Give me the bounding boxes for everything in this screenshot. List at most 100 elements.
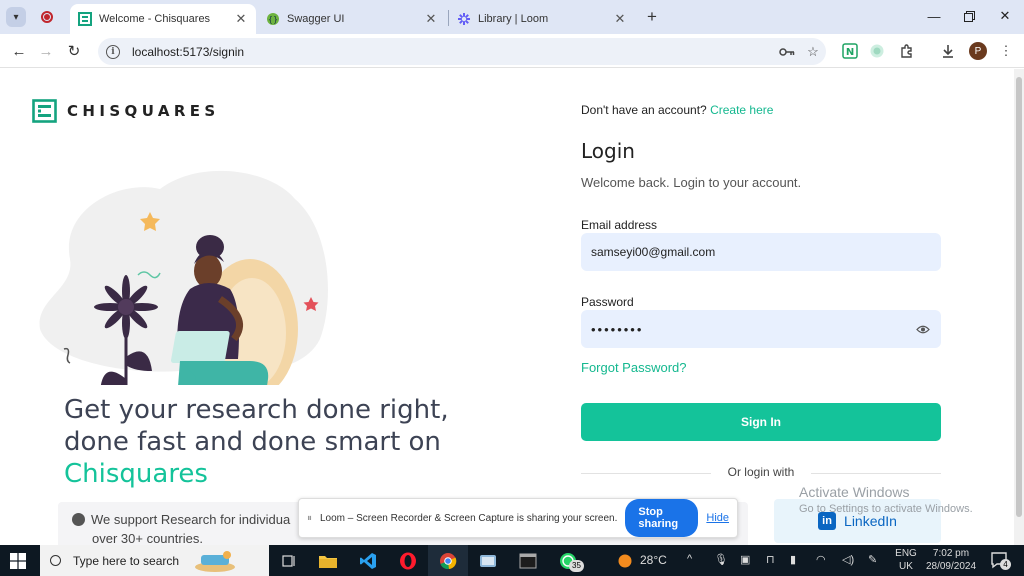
search-placeholder: Type here to search	[73, 553, 180, 568]
login-title: Login	[581, 139, 635, 163]
close-icon[interactable]: ✕	[234, 11, 248, 27]
search-icon	[50, 555, 61, 566]
email-field[interactable]: samseyi00@gmail.com	[581, 233, 941, 271]
temperature[interactable]: 28°C	[640, 553, 667, 567]
support-text-1: We support Research for individua	[91, 512, 291, 527]
notification-badge: 4	[1000, 559, 1011, 570]
downloads-icon[interactable]	[938, 41, 958, 61]
whatsapp-badge: 35	[569, 560, 584, 572]
page-scrollbar[interactable]	[1014, 69, 1024, 545]
password-value: ••••••••	[591, 321, 644, 337]
photos-icon[interactable]	[477, 550, 499, 572]
terminal-icon[interactable]	[517, 550, 539, 572]
address-bar[interactable]: i localhost:5173/signin ☆	[98, 38, 826, 65]
eye-icon[interactable]	[915, 324, 931, 334]
loom-message: Loom – Screen Recorder & Screen Capture …	[320, 512, 618, 524]
chrome-icon[interactable]	[437, 550, 459, 572]
password-label: Password	[581, 295, 634, 309]
url-text[interactable]: localhost:5173/signin	[132, 45, 774, 59]
email-label: Email address	[581, 218, 658, 232]
loom-sharing-bar: ⏸ Loom – Screen Recorder & Screen Captur…	[298, 498, 738, 538]
hero-line-2: done fast and done smart on	[64, 427, 441, 457]
browser-toolbar: ← → ↻ i localhost:5173/signin ☆ N P ⋮	[0, 34, 1024, 68]
meet-icon[interactable]: ▣	[740, 553, 750, 566]
or-login-text: Or login with	[727, 465, 795, 479]
forgot-password-link[interactable]: Forgot Password?	[581, 360, 687, 375]
email-value: samseyi00@gmail.com	[591, 245, 716, 259]
tab-loom[interactable]: Library | Loom ✕	[449, 4, 635, 34]
vscode-icon[interactable]	[357, 550, 379, 572]
microphone-icon[interactable]: 🎙︎	[714, 553, 728, 566]
back-button[interactable]: ←	[8, 40, 30, 62]
activation-subtitle: Go to Settings to activate Windows.	[799, 503, 973, 515]
extension-grammar-icon[interactable]	[867, 41, 887, 61]
login-subtitle: Welcome back. Login to your account.	[581, 175, 802, 190]
hero-line-1: Get your research done right,	[64, 395, 449, 425]
swagger-favicon-icon: {}	[266, 12, 280, 26]
clock[interactable]: 7:02 pm 28/09/2024	[918, 547, 984, 573]
chevron-up-icon[interactable]: ^	[687, 553, 692, 565]
brand-logo[interactable]: CHISQUARES	[32, 99, 220, 123]
hero-brand: Chisquares	[64, 459, 208, 489]
reload-button[interactable]: ↻	[63, 40, 85, 62]
close-icon[interactable]: ✕	[424, 11, 438, 27]
windows-activation-watermark: Activate Windows Go to Settings to activ…	[799, 484, 973, 515]
tab-title: Swagger UI	[287, 13, 345, 25]
research-illustration	[39, 170, 328, 385]
hide-link[interactable]: Hide	[706, 512, 729, 524]
tab-swagger[interactable]: {} Swagger UI ✕	[258, 4, 446, 34]
extension-n-icon[interactable]: N	[840, 41, 860, 61]
sign-in-button[interactable]: Sign In	[581, 403, 941, 441]
weather-sun-icon[interactable]	[614, 550, 636, 572]
browser-menu-icon[interactable]: ⋮	[996, 41, 1016, 61]
forward-button[interactable]: →	[35, 40, 57, 62]
signup-text: Don't have an account?	[581, 103, 707, 117]
volume-icon[interactable]: ◁)	[842, 553, 854, 566]
activation-title: Activate Windows	[799, 484, 910, 500]
svg-text:N: N	[846, 47, 854, 58]
file-explorer-icon[interactable]	[317, 550, 339, 572]
minimize-button[interactable]: —	[917, 5, 951, 27]
site-info-icon[interactable]: i	[106, 44, 120, 59]
taskbar-search[interactable]: Type here to search	[40, 545, 269, 576]
hero-headline: Get your research done right, done fast …	[64, 394, 484, 490]
wifi-icon[interactable]: ◠	[816, 553, 826, 566]
opera-icon[interactable]	[397, 550, 419, 572]
tab-title: Library | Loom	[478, 13, 549, 25]
search-highlight-icon	[195, 550, 236, 572]
browser-tab-strip: ▾ Welcome - Chisquares ✕ {} Swagger UI ✕…	[0, 0, 1024, 34]
password-key-icon[interactable]	[774, 47, 800, 57]
battery-icon[interactable]: ▮	[790, 553, 796, 566]
close-window-button[interactable]: ✕	[988, 5, 1022, 27]
create-account-link[interactable]: Create here	[710, 103, 773, 117]
new-tab-button[interactable]: +	[642, 7, 662, 27]
usb-icon[interactable]: ⊓	[766, 553, 775, 566]
svg-text:{}: {}	[268, 15, 278, 24]
recording-tab[interactable]	[36, 8, 58, 26]
linkedin-label: LinkedIn	[844, 513, 897, 529]
extensions-puzzle-icon[interactable]	[897, 41, 917, 61]
tab-search-button[interactable]: ▾	[6, 7, 26, 27]
brand-name: CHISQUARES	[67, 102, 220, 120]
windows-start-icon[interactable]	[10, 553, 26, 569]
globe-icon	[72, 513, 85, 526]
bookmark-star-icon[interactable]: ☆	[800, 44, 826, 60]
windows-taskbar: Type here to search 35 28°C ^ 🎙︎ ▣ ⊓ ▮ ◠…	[0, 545, 1024, 576]
clock-time: 7:02 pm	[932, 548, 970, 559]
close-icon[interactable]: ✕	[613, 11, 627, 27]
task-view-icon[interactable]	[278, 550, 300, 572]
drag-handle-icon[interactable]: ⏸	[307, 513, 312, 524]
scroll-thumb[interactable]	[1016, 77, 1022, 517]
or-divider: Or login with	[581, 465, 941, 481]
signin-page: CHISQUARES Get your research done right,…	[0, 69, 1014, 545]
tab-chisquares[interactable]: Welcome - Chisquares ✕	[70, 4, 256, 34]
password-field[interactable]: ••••••••	[581, 310, 941, 348]
restore-icon	[963, 10, 975, 22]
clock-date: 28/09/2024	[925, 561, 977, 572]
restore-button[interactable]	[952, 5, 986, 27]
pen-icon[interactable]: ✎	[868, 553, 877, 566]
signup-prompt: Don't have an account? Create here	[581, 103, 773, 117]
tab-title: Welcome - Chisquares	[99, 13, 211, 25]
stop-sharing-button[interactable]: Stop sharing	[625, 499, 699, 537]
profile-avatar[interactable]: P	[969, 42, 987, 60]
